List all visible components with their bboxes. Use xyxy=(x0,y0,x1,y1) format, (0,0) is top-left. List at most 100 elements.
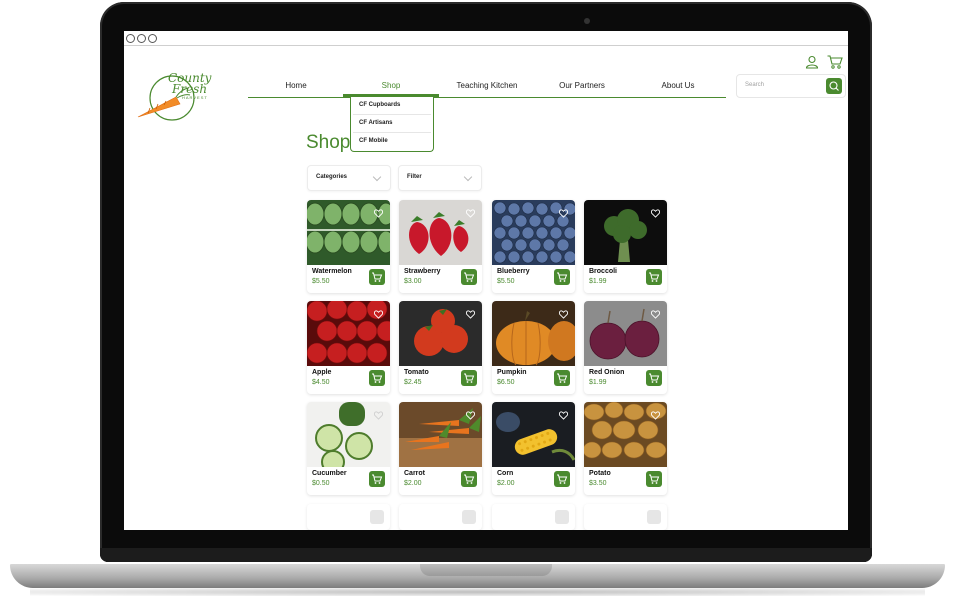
dropdown-divider xyxy=(353,114,431,115)
add-to-cart-button[interactable] xyxy=(369,370,385,386)
add-to-cart-button[interactable] xyxy=(461,471,477,487)
add-to-cart-button[interactable] xyxy=(646,471,662,487)
cart-icon xyxy=(464,373,475,383)
nav-teaching-kitchen[interactable]: Teaching Kitchen xyxy=(439,81,535,90)
product-name: Broccoli xyxy=(589,268,618,275)
page-title: Shop xyxy=(306,132,351,153)
categories-select[interactable]: Categories xyxy=(307,165,391,191)
nav-our-partners[interactable]: Our Partners xyxy=(534,81,630,90)
heart-icon[interactable] xyxy=(466,411,475,420)
nav-about-us[interactable]: About Us xyxy=(630,81,726,90)
browser-screen: County Fresh HARVEST Home Shop Teaching … xyxy=(124,31,848,530)
heart-icon[interactable] xyxy=(466,310,475,319)
product-card[interactable]: Corn $2.00 xyxy=(492,402,575,495)
add-to-cart-button[interactable] xyxy=(646,269,662,285)
heart-icon[interactable] xyxy=(374,411,383,420)
product-name: Apple xyxy=(312,369,332,376)
nav-home[interactable]: Home xyxy=(248,81,344,90)
product-name: Tomato xyxy=(404,369,429,376)
add-to-cart-button[interactable] xyxy=(554,370,570,386)
product-price: $2.00 xyxy=(404,480,422,487)
cart-icon xyxy=(464,272,475,282)
laptop-bezel xyxy=(100,548,872,562)
heart-icon[interactable] xyxy=(559,310,568,319)
dropdown-item-cf-cupboards[interactable]: CF Cupboards xyxy=(359,102,400,108)
main-nav: Home Shop Teaching Kitchen Our Partners … xyxy=(248,75,726,98)
heart-icon[interactable] xyxy=(466,209,475,218)
heart-icon[interactable] xyxy=(651,310,660,319)
cart-icon[interactable] xyxy=(827,55,843,69)
search-input[interactable]: Search xyxy=(745,82,764,88)
chevron-down-icon xyxy=(372,172,382,182)
cart-icon xyxy=(649,474,660,484)
product-price: $4.50 xyxy=(312,379,330,386)
cart-icon xyxy=(372,272,383,282)
nav-shop[interactable]: Shop xyxy=(343,81,439,90)
heart-icon[interactable] xyxy=(559,209,568,218)
product-price: $5.50 xyxy=(312,278,330,285)
heart-icon[interactable] xyxy=(647,510,661,524)
product-card[interactable] xyxy=(307,504,390,530)
cart-icon xyxy=(649,373,660,383)
product-card[interactable]: Potato $3.50 xyxy=(584,402,667,495)
window-minimize-button[interactable] xyxy=(137,34,146,43)
product-card[interactable] xyxy=(584,504,667,530)
heart-icon[interactable] xyxy=(462,510,476,524)
heart-icon[interactable] xyxy=(651,411,660,420)
product-card[interactable]: Cucumber $0.50 xyxy=(307,402,390,495)
product-name: Blueberry xyxy=(497,268,530,275)
product-card[interactable]: Broccoli $1.99 xyxy=(584,200,667,293)
add-to-cart-button[interactable] xyxy=(369,471,385,487)
add-to-cart-button[interactable] xyxy=(461,370,477,386)
product-card[interactable]: Carrot $2.00 xyxy=(399,402,482,495)
add-to-cart-button[interactable] xyxy=(554,269,570,285)
filter-select[interactable]: Filter xyxy=(398,165,482,191)
window-titlebar xyxy=(124,31,848,46)
dropdown-item-cf-artisans[interactable]: CF Artisans xyxy=(359,120,392,126)
window-close-button[interactable] xyxy=(126,34,135,43)
shop-dropdown-menu: CF Cupboards CF Artisans CF Mobile xyxy=(350,97,434,152)
product-price: $3.00 xyxy=(404,278,422,285)
product-card[interactable]: Tomato $2.45 xyxy=(399,301,482,394)
heart-icon[interactable] xyxy=(559,411,568,420)
product-price: $3.50 xyxy=(589,480,607,487)
product-price: $1.99 xyxy=(589,278,607,285)
add-to-cart-button[interactable] xyxy=(554,471,570,487)
search-button[interactable] xyxy=(826,78,842,94)
heart-icon[interactable] xyxy=(374,310,383,319)
product-card[interactable]: Strawberry $3.00 xyxy=(399,200,482,293)
chevron-down-icon xyxy=(463,172,473,182)
product-price: $2.45 xyxy=(404,379,422,386)
product-card[interactable]: Blueberry $5.50 xyxy=(492,200,575,293)
product-price: $0.50 xyxy=(312,480,330,487)
filter-label: Filter xyxy=(407,174,422,180)
dropdown-item-cf-mobile[interactable]: CF Mobile xyxy=(359,138,388,144)
add-to-cart-button[interactable] xyxy=(461,269,477,285)
product-price: $5.50 xyxy=(497,278,515,285)
product-price: $6.50 xyxy=(497,379,515,386)
window-maximize-button[interactable] xyxy=(148,34,157,43)
laptop-shadow xyxy=(30,588,925,596)
product-card[interactable] xyxy=(492,504,575,530)
cart-icon xyxy=(557,474,568,484)
search-box[interactable]: Search xyxy=(736,74,846,98)
product-name: Strawberry xyxy=(404,268,441,275)
product-name: Corn xyxy=(497,470,514,477)
cart-icon xyxy=(464,474,475,484)
add-to-cart-button[interactable] xyxy=(369,269,385,285)
user-icon[interactable] xyxy=(805,55,819,69)
heart-icon[interactable] xyxy=(374,209,383,218)
heart-icon[interactable] xyxy=(651,209,660,218)
heart-icon[interactable] xyxy=(370,510,384,524)
heart-icon[interactable] xyxy=(555,510,569,524)
product-name: Cucumber xyxy=(312,470,347,477)
product-card[interactable]: Pumpkin $6.50 xyxy=(492,301,575,394)
categories-label: Categories xyxy=(316,174,348,180)
product-name: Red Onion xyxy=(589,369,625,376)
product-card[interactable]: Apple $4.50 xyxy=(307,301,390,394)
product-card[interactable] xyxy=(399,504,482,530)
search-icon xyxy=(829,81,839,91)
add-to-cart-button[interactable] xyxy=(646,370,662,386)
product-card[interactable]: Red Onion $1.99 xyxy=(584,301,667,394)
product-card[interactable]: Watermelon $5.50 xyxy=(307,200,390,293)
